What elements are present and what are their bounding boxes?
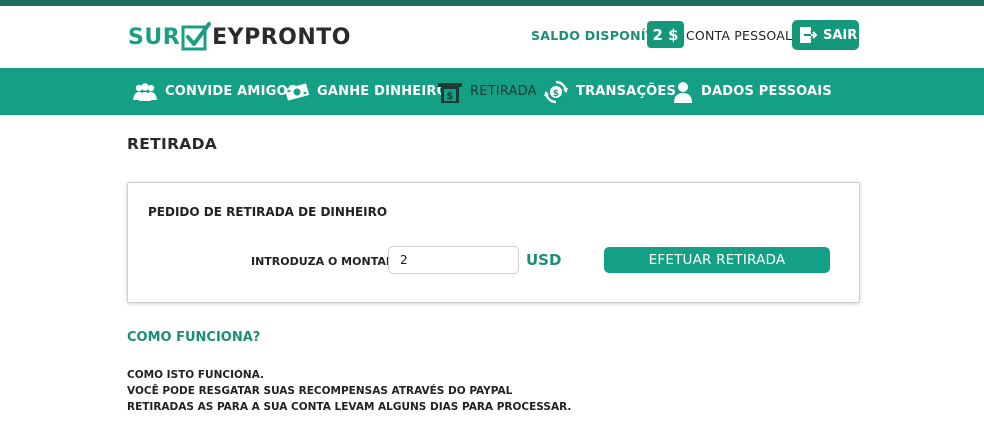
balance-badge: 2 $ — [647, 21, 684, 48]
nav-invite-friends[interactable]: CONVIDE AMIGOS — [133, 68, 297, 115]
atm-icon: $ — [438, 82, 462, 103]
nav-transactions[interactable]: $ TRANSAÇÕES — [544, 68, 676, 115]
logo-text-part2: EYPRONTO — [212, 24, 352, 50]
transactions-icon: $ — [544, 80, 568, 103]
users-icon — [133, 82, 157, 101]
logo[interactable]: SUR EYPRONTO — [128, 21, 351, 53]
nav-label: TRANSAÇÕES — [576, 84, 677, 99]
main-nav: CONVIDE AMIGOS GANHE DINHEIRO $ RETIRADA… — [0, 68, 984, 115]
header: SUR EYPRONTO SALDO DISPONÍVEL 2 $ CONTA … — [0, 6, 984, 68]
logo-text-part1: SUR — [128, 24, 181, 50]
how-it-works-text: COMO ISTO FUNCIONA. VOCÊ PODE RESGATAR S… — [127, 367, 571, 415]
money-icon — [285, 83, 309, 100]
user-icon — [674, 81, 692, 103]
logout-label: SAIR — [823, 27, 858, 43]
withdraw-panel: PEDIDO DE RETIRADA DE DINHEIRO INTRODUZA… — [127, 182, 860, 303]
nav-label: DADOS PESSOAIS — [701, 84, 832, 99]
svg-text:$: $ — [446, 91, 453, 102]
currency-label: USD — [526, 251, 562, 269]
how-line: VOCÊ PODE RESGATAR SUAS RECOMPENSAS ATRA… — [127, 385, 513, 397]
nav-label: RETIRADA — [470, 84, 537, 99]
how-it-works-title: COMO FUNCIONA? — [127, 330, 261, 345]
panel-title: PEDIDO DE RETIRADA DE DINHEIRO — [148, 205, 388, 219]
amount-input[interactable] — [388, 246, 519, 274]
checkbox-logo-icon — [181, 22, 212, 51]
nav-label: CONVIDE AMIGOS — [165, 84, 298, 99]
page-title: RETIRADA — [127, 135, 218, 153]
nav-withdraw[interactable]: $ RETIRADA — [438, 68, 537, 115]
nav-label: GANHE DINHEIRO — [317, 84, 448, 99]
svg-text:$: $ — [553, 89, 559, 99]
how-line: COMO ISTO FUNCIONA. — [127, 369, 264, 381]
nav-personal-data[interactable]: DADOS PESSOAIS — [673, 68, 832, 115]
logout-button[interactable]: SAIR — [792, 20, 859, 50]
nav-earn-money[interactable]: GANHE DINHEIRO — [285, 68, 448, 115]
logout-icon — [800, 27, 817, 43]
withdraw-button[interactable]: EFETUAR RETIRADA — [604, 247, 830, 273]
personal-account-link[interactable]: CONTA PESSOAL — [686, 28, 792, 43]
how-line: RETIRADAS AS PARA A SUA CONTA LEVAM ALGU… — [127, 401, 572, 413]
